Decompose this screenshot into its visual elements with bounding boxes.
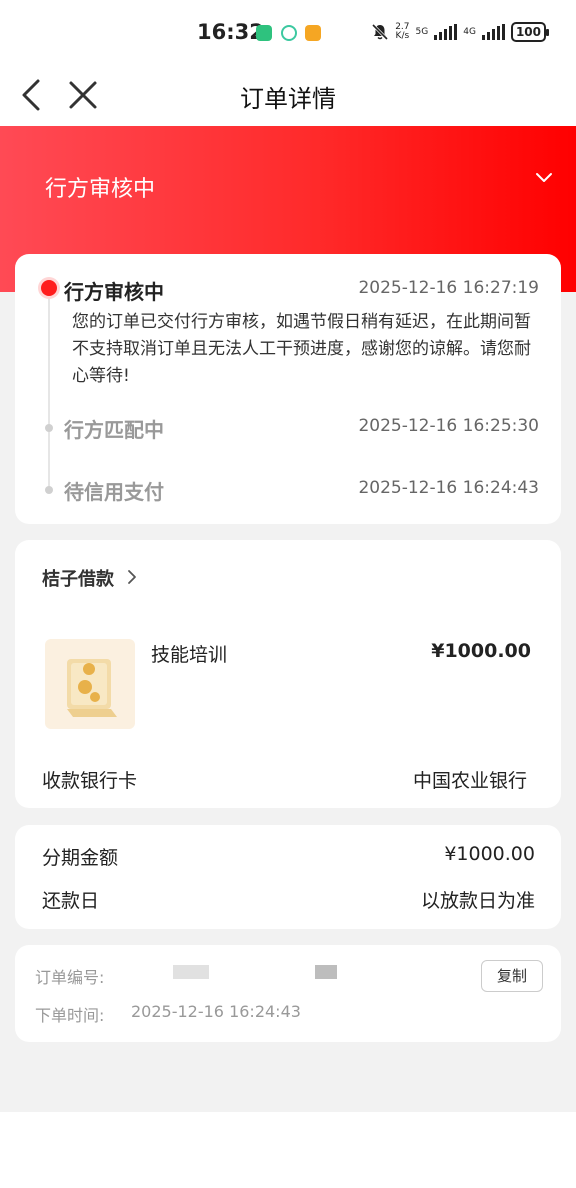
mute-icon [372, 23, 389, 41]
app-notification-icon [256, 25, 272, 41]
repayment-day-label: 还款日 [42, 890, 100, 912]
lender-name-link[interactable]: 桔子借款 [42, 565, 114, 591]
order-number-label: 订单编号: [35, 968, 105, 987]
installment-amount-label: 分期金额 [42, 847, 119, 869]
repayment-day-value: 以放款日为准 [420, 890, 535, 912]
chevron-down-icon[interactable] [534, 168, 554, 188]
timeline-line [48, 290, 50, 490]
order-time-label: 下单时间: [35, 1006, 105, 1025]
page-footer-area [0, 1112, 576, 1188]
timeline-dot [45, 424, 53, 432]
nav-bar: 订单详情 [0, 66, 576, 126]
order-info-card: 订单编号: 复制 下单时间: 2025-12-16 16:24:43 [15, 945, 561, 1042]
bank-card-value: 中国农业银行 [412, 770, 527, 792]
timeline-step-label: 行方审核中 [64, 280, 164, 304]
status-bar: 16:32 2.7 K/s 5G 4G 100 [0, 0, 576, 66]
loan-product-card: 桔子借款 技能培训 ¥1000.00 收款银行卡 中国农业银行 [15, 540, 561, 808]
product-image [45, 639, 135, 729]
sim2-label: 4G [463, 27, 476, 37]
signal-icon [434, 24, 458, 40]
redacted-order-number [173, 965, 209, 979]
timeline-step-time: 2025-12-16 16:24:43 [358, 478, 539, 498]
app-notification-icon [305, 25, 321, 41]
network-speed: 2.7 K/s [395, 23, 409, 41]
timeline-step-label: 行方匹配中 [64, 418, 164, 442]
app-notification-icon [281, 25, 297, 41]
timeline-step-label: 待信用支付 [64, 480, 164, 504]
timeline-step-time: 2025-12-16 16:27:19 [358, 278, 539, 298]
redacted-order-number [315, 965, 337, 979]
timeline-step-description: 您的订单已交付行方审核，如遇节假日稍有延迟，在此期间暂不支持取消订单且无法人工干… [72, 312, 531, 386]
coins-illustration-icon [67, 659, 117, 717]
bank-card-label: 收款银行卡 [42, 770, 138, 792]
status-title: 行方审核中 [45, 177, 156, 202]
product-name: 技能培训 [151, 644, 228, 666]
copy-order-number-button[interactable]: 复制 [481, 960, 543, 992]
product-price: ¥1000.00 [431, 640, 531, 662]
sim1-label: 5G [415, 27, 429, 37]
timeline-dot-active [41, 280, 57, 296]
signal-icon [481, 24, 505, 40]
order-time-value: 2025-12-16 16:24:43 [131, 1002, 301, 1021]
clock: 16:32 [197, 20, 264, 44]
timeline-step-time: 2025-12-16 16:25:30 [358, 416, 539, 436]
battery-icon: 100 [510, 22, 550, 42]
installment-amount-value: ¥1000.00 [444, 843, 535, 865]
progress-timeline-card: 行方审核中 2025-12-16 16:27:19 您的订单已交付行方审核，如遇… [15, 254, 561, 524]
page-title: 订单详情 [240, 85, 336, 113]
chevron-right-icon[interactable] [126, 569, 138, 585]
timeline-dot [45, 486, 53, 494]
installment-card: 分期金额 ¥1000.00 还款日 以放款日为准 [15, 825, 561, 929]
network-speed-unit: K/s [395, 31, 410, 41]
